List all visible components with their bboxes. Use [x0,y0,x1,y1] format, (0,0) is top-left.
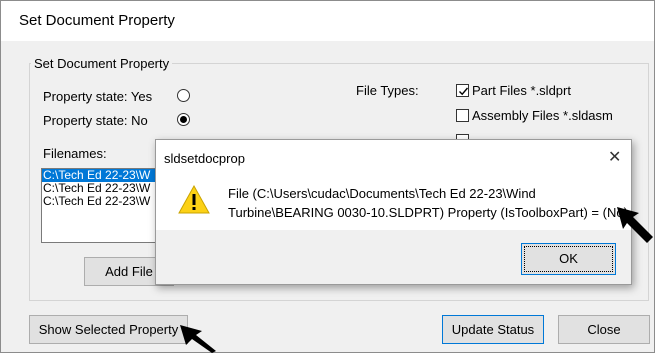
part-files-label: Part Files *.sldprt [472,83,571,98]
title-bar: Set Document Property [1,1,654,41]
show-selected-property-label: Show Selected Property [38,322,179,337]
update-status-button[interactable]: Update Status [442,315,544,344]
focus-ring [524,246,613,272]
close-button-label: Close [587,322,621,337]
show-selected-property-button[interactable]: Show Selected Property [29,315,188,344]
update-status-label: Update Status [451,322,535,337]
radio-selected-dot [180,116,187,123]
close-icon[interactable]: ✕ [608,147,621,167]
sldsetdocprop-message-box: sldsetdocprop ✕ File (C:\Users\cudac\Doc… [155,139,632,285]
group-legend: Set Document Property [31,56,173,71]
ok-button[interactable]: OK [521,243,616,275]
message-box-title: sldsetdocprop [164,151,245,166]
annotation-arrow-icon [617,207,653,243]
property-yes-radio[interactable] [177,89,190,102]
close-button[interactable]: Close [558,315,650,344]
checkmark-icon [459,87,469,96]
property-no-radio[interactable] [177,113,190,126]
message-box-body: sldsetdocprop ✕ File (C:\Users\cudac\Doc… [156,140,631,230]
window-title: Set Document Property [19,12,175,29]
message-line-2: Turbine\BEARING 0030-10.SLDPRT) Property… [228,205,628,220]
assembly-files-label: Assembly Files *.sldasm [472,108,613,123]
warning-icon [178,185,210,214]
filenames-label: Filenames: [43,146,107,161]
file-types-label: File Types: [356,83,419,98]
add-files-button-label: Add File [105,264,153,279]
message-text: File (C:\Users\cudac\Documents\Tech Ed 2… [228,184,628,222]
property-no-label: Property state: No [43,113,148,128]
property-yes-label: Property state: Yes [43,89,153,104]
assembly-files-checkbox[interactable] [456,109,469,122]
part-files-checkbox[interactable] [456,84,469,97]
annotation-arrow-icon [180,325,216,353]
message-line-1: File (C:\Users\cudac\Documents\Tech Ed 2… [228,186,536,201]
